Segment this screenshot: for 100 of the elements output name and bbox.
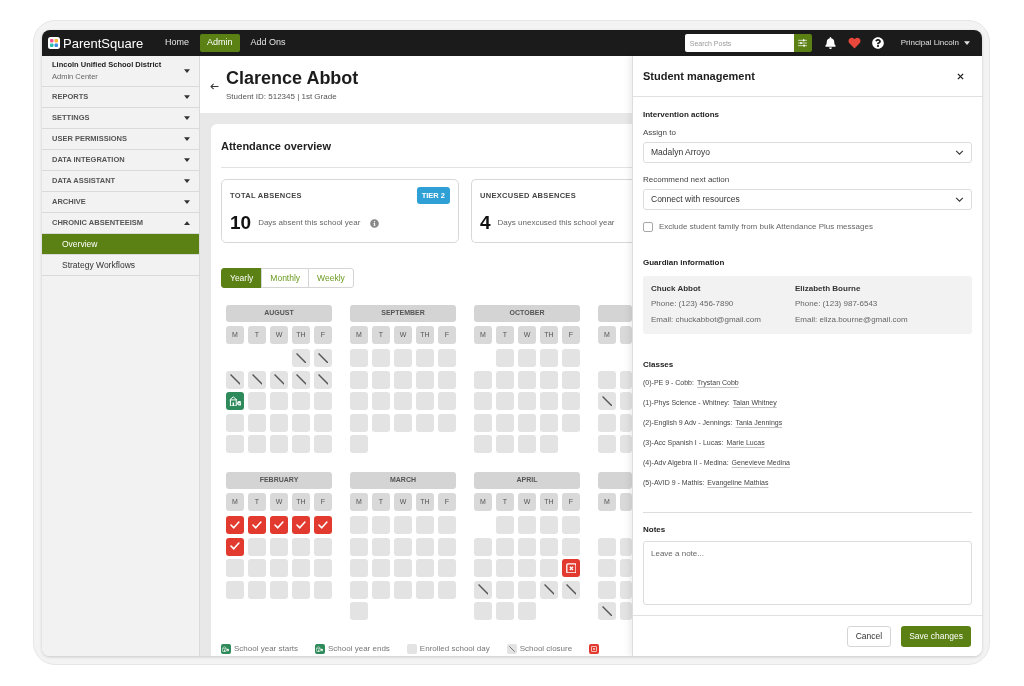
sidebar-link[interactable]: Strategy Workflows <box>42 255 199 276</box>
bell-icon[interactable] <box>824 37 836 49</box>
calendar-day <box>292 580 310 599</box>
slash-icon <box>598 392 616 410</box>
calendar-day <box>226 580 244 599</box>
calendar-day <box>474 392 492 410</box>
view-tab[interactable]: Weekly <box>308 268 354 288</box>
calendar-day <box>518 392 536 410</box>
view-tab[interactable]: Yearly <box>221 268 263 288</box>
sliders-icon <box>798 39 808 47</box>
calendar-day <box>248 580 266 599</box>
calendar-day <box>496 413 514 432</box>
calendar-day <box>496 516 514 534</box>
notes-field[interactable]: Leave a note... <box>643 541 972 605</box>
legend-label: School year starts <box>234 643 299 655</box>
guardian-email: Email: chuckabbot@gmail.com <box>651 315 762 325</box>
slash-icon <box>270 370 288 389</box>
calendar-day <box>518 580 536 599</box>
calendar-day <box>226 435 244 453</box>
calendar-day <box>496 435 514 453</box>
calendar-day <box>394 516 412 534</box>
calendar-day <box>270 392 288 410</box>
calendar-day <box>394 559 412 577</box>
close-icon[interactable] <box>957 72 964 80</box>
slash-icon <box>506 644 517 654</box>
calendar-day <box>518 537 536 556</box>
calendar-day <box>416 349 434 367</box>
guardian-name: Chuck Abbot <box>651 284 702 294</box>
section-heading: Guardian information <box>643 258 726 268</box>
dropdown-field[interactable]: Madalyn Arroyo <box>643 142 972 163</box>
heart-icon[interactable] <box>847 37 861 49</box>
x-box-icon <box>562 559 580 577</box>
calendar-day <box>350 559 368 577</box>
calendar-day <box>540 349 558 367</box>
calendar-day <box>270 435 288 453</box>
nav-link[interactable]: Home <box>158 34 196 52</box>
calendar-day <box>474 602 492 620</box>
cancel-button[interactable]: Cancel <box>846 625 892 647</box>
calendar-day <box>438 537 456 556</box>
sidebar-link[interactable]: Overview <box>42 234 199 255</box>
legend-label: Enrolled school day <box>419 643 490 655</box>
calendar-day <box>562 349 580 367</box>
check-icon <box>248 516 266 534</box>
checkbox[interactable] <box>643 222 653 232</box>
calendar-day <box>438 392 456 410</box>
slash-icon <box>562 580 580 599</box>
slash-icon <box>474 580 492 599</box>
legend-label: School closure <box>519 643 573 655</box>
calendar-day <box>562 537 580 556</box>
dropdown-field[interactable]: Connect with resources <box>643 189 972 210</box>
save-button[interactable]: Save changes <box>901 625 971 647</box>
slash-icon <box>292 370 310 389</box>
calendar-day <box>270 580 288 599</box>
legend-label: School year ends <box>328 643 390 655</box>
calendar-day <box>496 537 514 556</box>
calendar-day <box>372 559 390 577</box>
calendar-day <box>292 559 310 577</box>
caret-icon <box>184 69 190 73</box>
calendar-day <box>372 392 390 410</box>
calendar-day <box>598 580 616 599</box>
chevron-down-icon <box>955 197 964 202</box>
calendar-day <box>474 435 492 453</box>
section-heading: Intervention actions <box>643 110 720 120</box>
calendar-day <box>496 349 514 367</box>
calendar-day <box>416 392 434 410</box>
calendar-day <box>496 392 514 410</box>
calendar-day <box>540 413 558 432</box>
calendar-day <box>270 559 288 577</box>
info-icon[interactable] <box>370 218 380 228</box>
calendar-day <box>372 370 390 389</box>
slash-icon <box>540 580 558 599</box>
calendar-day <box>394 370 412 389</box>
field-label: Recommend next action <box>643 175 731 185</box>
calendar-day <box>292 413 310 432</box>
calendar-day <box>350 349 368 367</box>
calendar-day <box>562 413 580 432</box>
slash-icon <box>314 370 332 389</box>
panel-title: Student management <box>643 68 755 84</box>
calendar-day <box>350 413 368 432</box>
user-menu[interactable]: Principal Lincoln <box>900 37 970 49</box>
help-icon[interactable] <box>871 37 884 49</box>
calendar-day <box>438 349 456 367</box>
calendar-day <box>518 602 536 620</box>
stat-value: 4 <box>480 213 491 233</box>
check-icon <box>226 516 244 534</box>
back-arrow-icon[interactable] <box>210 82 219 90</box>
guardian-name: Elizabeth Bourne <box>795 284 862 294</box>
calendar-day <box>416 370 434 389</box>
calendar-day <box>248 413 266 432</box>
calendar-day <box>226 559 244 577</box>
calendar-day <box>518 349 536 367</box>
nav-link[interactable]: Add Ons <box>243 34 293 52</box>
calendar-day <box>598 370 616 389</box>
calendar-day <box>540 392 558 410</box>
guardian-phone: Phone: (123) 987-6543 <box>795 299 879 309</box>
calendar-day <box>518 413 536 432</box>
calendar-day <box>372 537 390 556</box>
nav-link[interactable]: Admin <box>200 34 240 52</box>
calendar-day <box>248 392 266 410</box>
calendar-day <box>416 537 434 556</box>
